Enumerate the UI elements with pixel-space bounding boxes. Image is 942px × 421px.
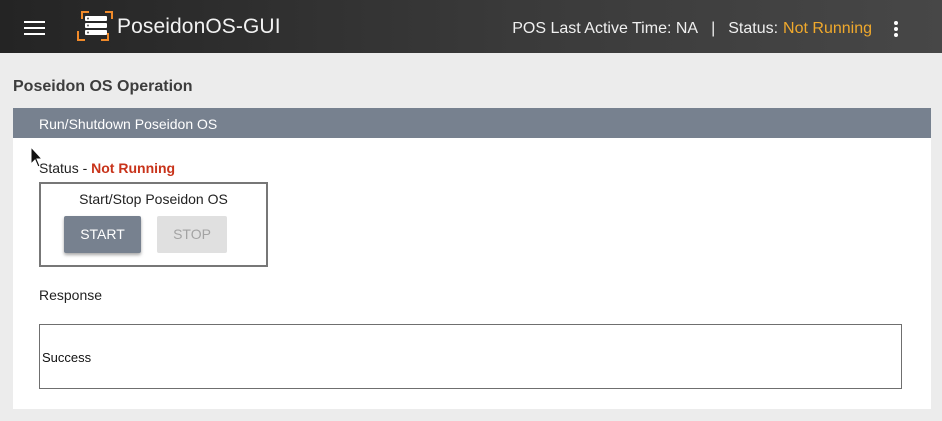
last-active-time: POS Last Active Time: NA <box>512 20 699 37</box>
response-label: Response <box>39 287 103 303</box>
kebab-menu-icon[interactable] <box>891 21 901 39</box>
header-status-label: Status: <box>728 20 779 37</box>
response-text: Success <box>42 350 92 365</box>
start-button[interactable]: START <box>64 216 141 253</box>
status-prefix: Status - <box>39 160 92 176</box>
response-box: Success <box>39 324 902 389</box>
hamburger-menu-icon[interactable] <box>24 21 45 37</box>
operation-panel: Run/Shutdown Poseidon OS Status - Not Ru… <box>13 108 931 409</box>
app-title: PoseidonOS-GUI <box>117 15 281 38</box>
panel-header: Run/Shutdown Poseidon OS <box>13 108 931 138</box>
start-stop-title: Start/Stop Poseidon OS <box>79 191 228 207</box>
status-line: Status - Not Running <box>39 160 175 176</box>
server-stack-icon <box>77 11 113 41</box>
top-app-bar: PoseidonOS-GUI POS Last Active Time: NA |… <box>0 0 942 53</box>
header-status-area: POS Last Active Time: NA | Status: Not Runn… <box>512 20 872 38</box>
header-separator: | <box>711 20 716 37</box>
header-status-value: Not Running <box>783 20 872 37</box>
start-stop-box: Start/Stop Poseidon OS START STOP <box>39 182 268 267</box>
mouse-pointer-icon <box>30 146 44 168</box>
stop-button[interactable]: STOP <box>157 216 227 253</box>
page-title: Poseidon OS Operation <box>13 78 193 95</box>
status-value: Not Running <box>91 160 176 176</box>
